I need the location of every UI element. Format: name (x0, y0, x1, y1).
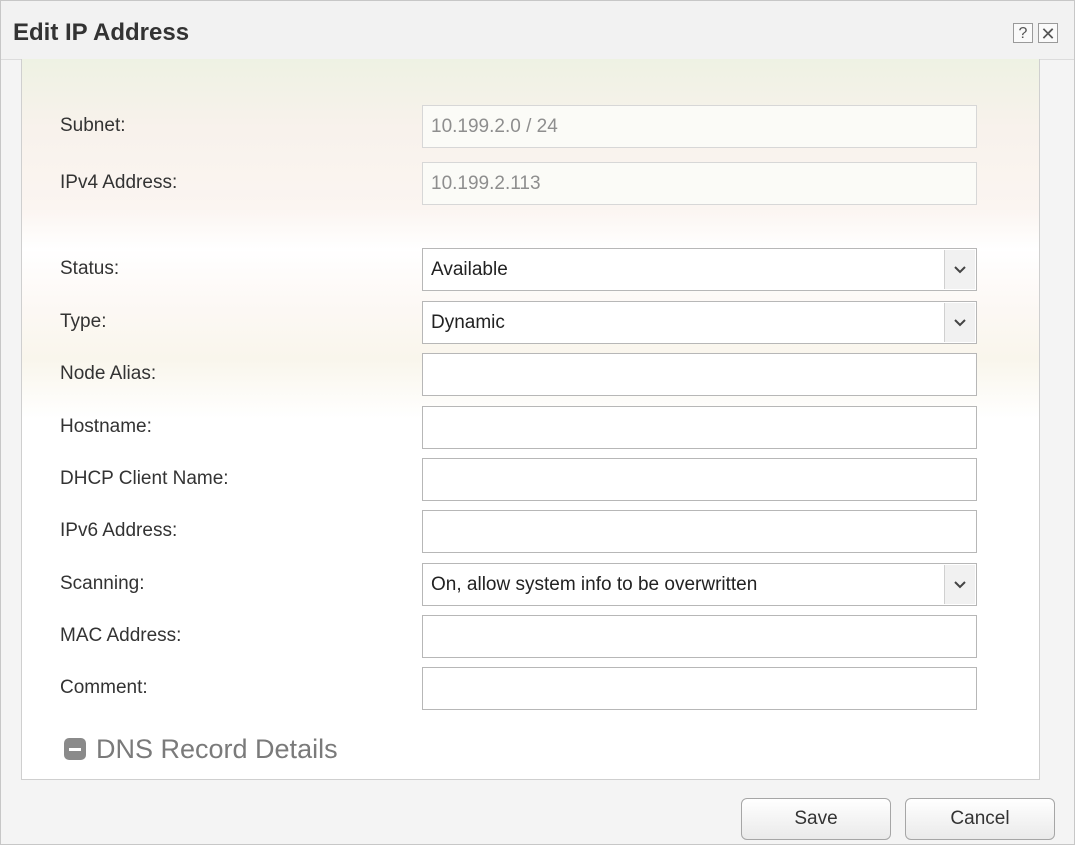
dns-record-details-label: DNS Record Details (96, 733, 338, 764)
comment-row: Comment: (22, 667, 1022, 711)
type-row: Type: Dynamic (22, 301, 1022, 345)
cancel-button[interactable]: Cancel (905, 798, 1055, 840)
form-panel: Subnet: 10.199.2.0 / 24 IPv4 Address: 10… (21, 59, 1040, 780)
ipv6-input[interactable] (422, 510, 977, 553)
dhcp-client-name-label: DHCP Client Name: (60, 468, 229, 489)
comment-label: Comment: (60, 677, 148, 698)
scanning-select[interactable]: On, allow system info to be overwritten (422, 563, 977, 606)
type-label: Type: (60, 311, 107, 332)
save-button[interactable]: Save (741, 798, 891, 840)
dhcp-client-name-input[interactable] (422, 458, 977, 501)
status-select[interactable]: Available (422, 248, 977, 291)
dns-record-details-toggle[interactable]: DNS Record Details (64, 731, 338, 767)
hostname-label: Hostname: (60, 416, 152, 437)
node-alias-row: Node Alias: (22, 353, 1022, 397)
ipv4-label: IPv4 Address: (60, 172, 178, 193)
status-value: Available (431, 259, 508, 280)
type-select[interactable]: Dynamic (422, 301, 977, 344)
subnet-row: Subnet: 10.199.2.0 / 24 (22, 105, 1022, 149)
subnet-field: 10.199.2.0 / 24 (422, 105, 977, 148)
hostname-row: Hostname: (22, 406, 1022, 450)
scanning-row: Scanning: On, allow system info to be ov… (22, 563, 1022, 607)
ipv6-label: IPv6 Address: (60, 520, 178, 541)
help-icon[interactable]: ? (1013, 23, 1033, 43)
subnet-label: Subnet: (60, 115, 126, 136)
dhcp-client-name-row: DHCP Client Name: (22, 458, 1022, 502)
dialog-titlebar: Edit IP Address ? ✕ (1, 1, 1074, 60)
mac-label: MAC Address: (60, 625, 182, 646)
mac-row: MAC Address: (22, 615, 1022, 659)
scanning-label: Scanning: (60, 573, 145, 594)
ipv6-row: IPv6 Address: (22, 510, 1022, 554)
node-alias-input[interactable] (422, 353, 977, 396)
dialog-title: Edit IP Address (13, 19, 190, 46)
close-icon[interactable]: ✕ (1038, 23, 1058, 44)
ipv4-row: IPv4 Address: 10.199.2.113 (22, 162, 1022, 206)
chevron-down-icon[interactable] (944, 250, 975, 289)
chevron-down-icon[interactable] (944, 565, 975, 604)
node-alias-label: Node Alias: (60, 363, 157, 384)
scanning-value: On, allow system info to be overwritten (431, 574, 758, 595)
status-row: Status: Available (22, 248, 1022, 292)
status-label: Status: (60, 258, 120, 279)
hostname-input[interactable] (422, 406, 977, 449)
comment-input[interactable] (422, 667, 977, 710)
ipv4-field: 10.199.2.113 (422, 162, 977, 205)
type-value: Dynamic (431, 312, 505, 333)
edit-ip-dialog: Edit IP Address ? ✕ Subnet: 10.199.2.0 /… (0, 0, 1075, 845)
mac-input[interactable] (422, 615, 977, 658)
minus-icon[interactable] (64, 738, 86, 760)
chevron-down-icon[interactable] (944, 303, 975, 342)
